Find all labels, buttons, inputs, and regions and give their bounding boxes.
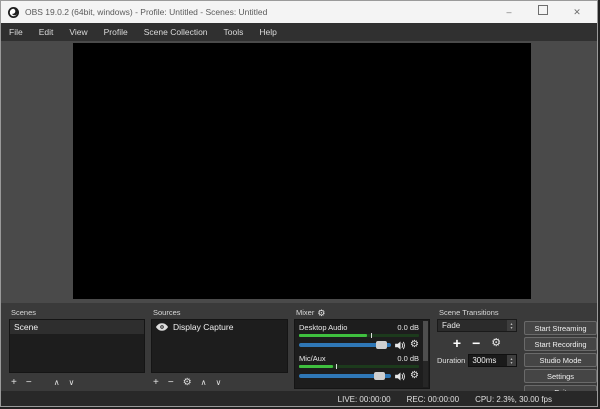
menu-edit[interactable]: Edit [31, 23, 62, 41]
duration-row: Duration 300ms ▴ ▾ [437, 354, 517, 367]
scene-item-label: Scene [14, 322, 38, 332]
minimize-button[interactable]: – [499, 1, 519, 23]
scenes-list: Scene [9, 319, 145, 373]
obs-window: OBS 19.0.2 (64bit, windows) - Profile: U… [0, 0, 598, 407]
volume-meter-tick [336, 364, 337, 369]
scenes-panel-title: Scenes [9, 303, 145, 318]
maximize-button[interactable] [533, 1, 553, 23]
remove-source-button[interactable]: − [168, 376, 174, 390]
status-bar: LIVE: 00:00:00 REC: 00:00:00 CPU: 2.3%, … [1, 391, 597, 407]
scene-transitions-panel: Scene Transitions Fade ▴ ▾ + − ⚙ Duratio… [437, 303, 517, 391]
source-properties-gear-icon[interactable]: ⚙ [183, 376, 192, 390]
menu-profile[interactable]: Profile [96, 23, 136, 41]
transition-select-spinner[interactable]: ▴ ▾ [507, 320, 516, 331]
scenes-panel: Scenes Scene + − ∧ ∨ [9, 303, 145, 391]
menu-view[interactable]: View [61, 23, 95, 41]
maximize-icon [538, 5, 548, 15]
volume-meter-fill [299, 365, 333, 368]
menu-scene-collection[interactable]: Scene Collection [136, 23, 216, 41]
remove-scene-button[interactable]: − [26, 376, 32, 390]
transition-properties-gear-icon[interactable]: ⚙ [491, 338, 501, 348]
menu-help[interactable]: Help [251, 23, 284, 41]
window-title: OBS 19.0.2 (64bit, windows) - Profile: U… [25, 7, 267, 17]
volume-slider[interactable] [299, 372, 391, 380]
scenes-toolbar: + − ∧ ∨ [11, 376, 74, 390]
menu-tools[interactable]: Tools [216, 23, 252, 41]
rec-time-status: REC: 00:00:00 [407, 395, 459, 404]
add-source-button[interactable]: + [153, 376, 159, 390]
window-controls: – ✕ [499, 1, 587, 23]
channel-settings-gear-icon[interactable]: ⚙ [410, 340, 419, 350]
preview-canvas[interactable] [73, 43, 531, 299]
mixer-settings-gear-icon[interactable]: ⚙ [317, 308, 325, 318]
remove-transition-button[interactable]: − [472, 334, 480, 352]
volume-meter-tick [371, 333, 372, 338]
source-list-item[interactable]: Display Capture [152, 320, 287, 334]
live-time-status: LIVE: 00:00:00 [338, 395, 391, 404]
sources-panel: Sources Display Capture + − ⚙ ∧ ∨ [151, 303, 288, 391]
transition-selected-value: Fade [438, 321, 507, 330]
source-item-label: Display Capture [173, 322, 233, 332]
start-streaming-button[interactable]: Start Streaming [524, 321, 597, 335]
mixer-scrollbar[interactable] [423, 321, 428, 387]
duration-spinner[interactable]: ▴ ▾ [507, 355, 516, 366]
source-down-button[interactable]: ∨ [216, 376, 222, 390]
duration-value: 300ms [469, 356, 507, 365]
mixer-box: Desktop Audio 0.0 dB [294, 319, 430, 389]
add-scene-button[interactable]: + [11, 376, 17, 390]
channel-db-value: 0.0 dB [397, 323, 419, 332]
cpu-fps-status: CPU: 2.3%, 30.00 fps [475, 395, 552, 404]
sources-list: Display Capture [151, 319, 288, 373]
transitions-panel-title: Scene Transitions [437, 303, 517, 318]
start-recording-button[interactable]: Start Recording [524, 337, 597, 351]
channel-name: Desktop Audio [299, 323, 347, 332]
mixer-panel: Mixer ⚙ Desktop Audio 0.0 dB [294, 303, 430, 391]
volume-meter [299, 334, 419, 337]
preview-area [1, 41, 597, 303]
spinner-down-icon: ▾ [510, 326, 512, 330]
channel-name: Mic/Aux [299, 354, 326, 363]
spinner-down-icon: ▾ [510, 361, 512, 365]
transitions-toolbar: + − ⚙ [437, 334, 517, 352]
volume-meter [299, 365, 419, 368]
menu-bar: File Edit View Profile Scene Collection … [1, 23, 597, 41]
volume-meter-fill [299, 334, 367, 337]
dock-area: Scenes Scene + − ∧ ∨ Sources [1, 303, 597, 391]
volume-slider-handle[interactable] [374, 372, 385, 380]
mixer-panel-title: Mixer [296, 308, 314, 317]
mixer-channel-mic-aux: Mic/Aux 0.0 dB [295, 349, 429, 380]
transition-select[interactable]: Fade ▴ ▾ [437, 319, 517, 332]
sources-toolbar: + − ⚙ ∧ ∨ [153, 376, 221, 390]
main-controls: Start Streaming Start Recording Studio M… [524, 303, 597, 391]
volume-slider-handle[interactable] [376, 341, 387, 349]
mixer-channel-desktop-audio: Desktop Audio 0.0 dB [295, 320, 429, 349]
duration-label: Duration [437, 356, 465, 365]
mixer-scrollbar-thumb[interactable] [423, 321, 428, 361]
menu-file[interactable]: File [1, 23, 31, 41]
studio-mode-button[interactable]: Studio Mode [524, 353, 597, 367]
scene-up-button[interactable]: ∧ [54, 376, 60, 390]
speaker-mute-icon[interactable] [395, 372, 406, 381]
obs-logo-icon [8, 7, 19, 18]
visibility-eye-icon[interactable] [156, 323, 168, 331]
scene-list-item[interactable]: Scene [10, 320, 144, 334]
close-button[interactable]: ✕ [567, 1, 587, 23]
add-transition-button[interactable]: + [453, 334, 461, 352]
duration-spinbox[interactable]: 300ms ▴ ▾ [468, 354, 517, 367]
title-bar: OBS 19.0.2 (64bit, windows) - Profile: U… [1, 1, 597, 23]
scene-down-button[interactable]: ∨ [69, 376, 75, 390]
sources-panel-title: Sources [151, 303, 288, 318]
channel-settings-gear-icon[interactable]: ⚙ [410, 371, 419, 381]
source-up-button[interactable]: ∧ [201, 376, 207, 390]
speaker-mute-icon[interactable] [395, 341, 406, 350]
settings-button[interactable]: Settings [524, 369, 597, 383]
channel-db-value: 0.0 dB [397, 354, 419, 363]
volume-slider[interactable] [299, 341, 391, 349]
